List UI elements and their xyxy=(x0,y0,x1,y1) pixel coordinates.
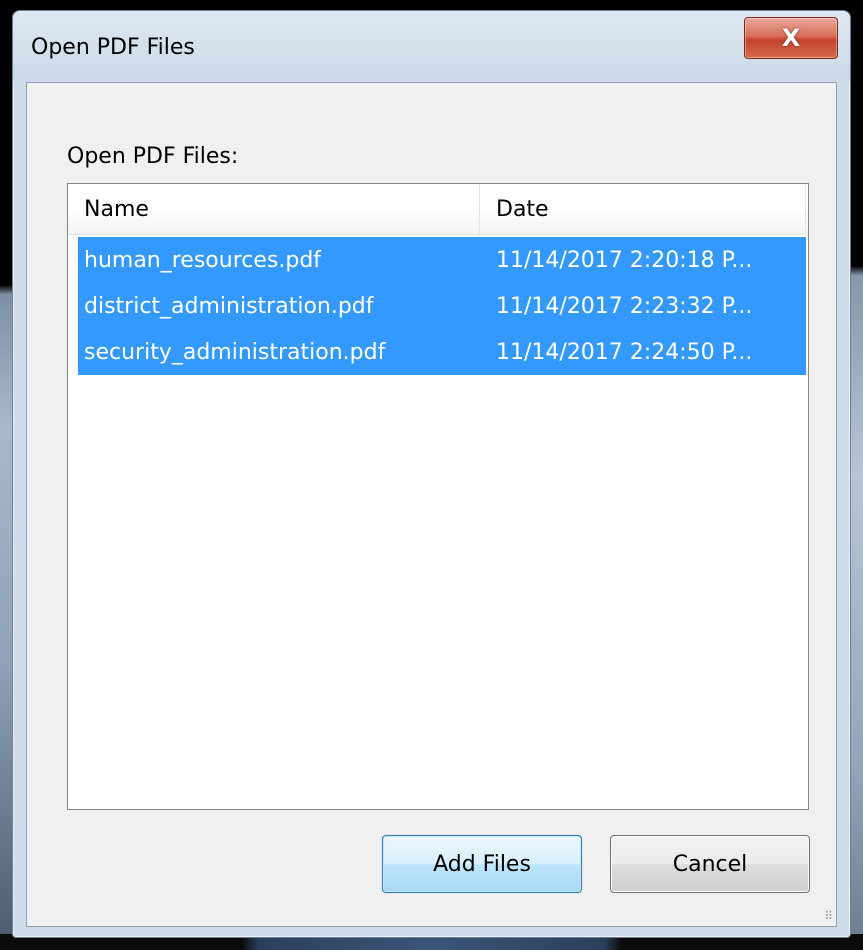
dialog-content: Open PDF Files: Name Date human_resource… xyxy=(26,82,837,927)
open-pdf-files-dialog: Open PDF Files X Open PDF Files: Name Da… xyxy=(12,10,851,938)
file-name: security_administration.pdf xyxy=(84,339,386,365)
resize-grip-icon[interactable]: ⠿ xyxy=(824,910,833,922)
files-list[interactable]: Name Date human_resources.pdf 11/14/2017… xyxy=(67,183,809,810)
files-list-label: Open PDF Files: xyxy=(67,144,239,169)
file-date: 11/14/2017 2:24:50 P... xyxy=(496,339,753,365)
file-date: 11/14/2017 2:23:32 P... xyxy=(496,293,753,319)
cancel-button[interactable]: Cancel xyxy=(610,835,810,893)
window-title: Open PDF Files xyxy=(31,35,195,60)
file-name: human_resources.pdf xyxy=(84,247,322,273)
desktop-frame-left xyxy=(0,0,12,950)
file-date: 11/14/2017 2:20:18 P... xyxy=(496,247,753,273)
close-icon: X xyxy=(781,24,801,52)
add-files-button[interactable]: Add Files xyxy=(382,835,582,893)
desktop-frame-right xyxy=(851,0,863,950)
column-header-name[interactable]: Name xyxy=(68,184,480,234)
column-header-date[interactable]: Date xyxy=(480,184,806,234)
file-name: district_administration.pdf xyxy=(84,293,374,319)
file-row[interactable]: security_administration.pdf 11/14/2017 2… xyxy=(78,329,806,375)
close-button[interactable]: X xyxy=(744,17,838,59)
file-row[interactable]: district_administration.pdf 11/14/2017 2… xyxy=(78,283,806,329)
list-header: Name Date xyxy=(68,184,808,235)
file-row[interactable]: human_resources.pdf 11/14/2017 2:20:18 P… xyxy=(78,237,806,283)
title-bar[interactable]: Open PDF Files X xyxy=(13,11,850,81)
